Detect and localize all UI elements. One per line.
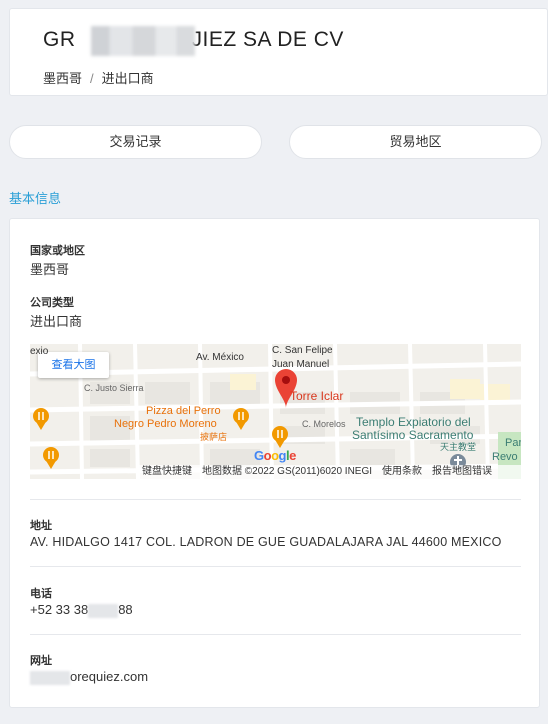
website-suffix[interactable]: orequiez.com xyxy=(70,669,148,684)
map-label-c-justo-sierra: C. Justo Sierra xyxy=(84,383,144,393)
address-label: 地址 xyxy=(30,520,52,532)
breadcrumb: 墨西哥 / 进出口商 xyxy=(43,68,154,87)
divider xyxy=(30,634,521,635)
location-map[interactable]: 查看大图 exio Av. México C. San Felipe Juan … xyxy=(30,344,521,479)
website-label: 网址 xyxy=(30,655,52,667)
map-label-exio: exio xyxy=(30,346,49,357)
basic-info-card: 国家或地区 墨西哥 公司类型 进出口商 查看大图 exio Av. México… xyxy=(9,218,540,708)
map-label-templo-line1: Templo Expiatorio del xyxy=(356,415,471,429)
map-data-copyright: 地图数据 ©2022 GS(2011)6020 INEGI xyxy=(202,466,373,477)
google-logo: Google xyxy=(254,448,296,463)
map-label-juan-manuel: Juan Manuel xyxy=(272,359,330,370)
country-label: 国家或地区 xyxy=(30,245,85,257)
map-label-pizza-cn: 披萨店 xyxy=(200,432,228,442)
address-value: AV. HIDALGO 1417 COL. LADRON DE GUE GUAD… xyxy=(30,535,502,549)
map-label-templo-cn: 天主教堂 xyxy=(440,442,477,452)
country-value: 墨西哥 xyxy=(30,262,70,277)
phone-value: +52 33 38 88 xyxy=(30,602,133,618)
map-label-revo: Revo xyxy=(492,451,518,463)
phone-prefix: +52 33 38 xyxy=(30,602,89,617)
breadcrumb-separator: / xyxy=(90,71,94,86)
website-value[interactable]: orequiez.com xyxy=(30,669,148,685)
map-label-c-morelos: C. Morelos xyxy=(302,419,346,429)
map-label-torre-iclar[interactable]: Torre Iclar xyxy=(290,389,343,403)
map-label-par: Par xyxy=(505,437,521,449)
redacted-company-name xyxy=(91,26,195,56)
map-footer: 键盘快捷键 地图数据 ©2022 GS(2011)6020 INEGI 使用条款 报告… xyxy=(138,465,521,479)
divider xyxy=(30,566,521,567)
map-label-pizza-line1: Pizza del Perro xyxy=(146,405,221,417)
phone-label: 电话 xyxy=(30,588,52,600)
redacted-website-prefix xyxy=(30,670,70,685)
company-type-label: 公司类型 xyxy=(30,297,74,309)
divider xyxy=(30,499,521,500)
trade-records-button[interactable]: 交易记录 xyxy=(9,125,262,159)
company-type-value: 进出口商 xyxy=(30,314,83,329)
phone-suffix: 88 xyxy=(118,602,133,617)
terms-link[interactable]: 使用条款 xyxy=(382,466,422,477)
company-header-card: GR JIEZ SA DE CV 墨西哥 / 进出口商 xyxy=(9,8,548,96)
breadcrumb-country[interactable]: 墨西哥 xyxy=(43,71,82,86)
map-label-av-mexico: Av. México xyxy=(196,352,244,363)
company-name-suffix: JIEZ SA DE CV xyxy=(191,28,344,51)
redacted-phone-digits xyxy=(88,603,119,618)
report-error-link[interactable]: 报告地图错误 xyxy=(432,466,492,477)
keyboard-shortcuts-link[interactable]: 键盘快捷键 xyxy=(142,466,192,477)
trade-regions-button[interactable]: 贸易地区 xyxy=(289,125,542,159)
view-larger-map-button[interactable]: 查看大图 xyxy=(38,352,109,378)
map-label-pizza-line2: Negro Pedro Moreno xyxy=(114,418,217,430)
company-name-prefix: GR xyxy=(43,28,76,51)
basic-info-title: 基本信息 xyxy=(9,191,62,206)
breadcrumb-company-type[interactable]: 进出口商 xyxy=(102,71,154,86)
map-label-c-san-felipe: C. San Felipe xyxy=(272,345,333,356)
